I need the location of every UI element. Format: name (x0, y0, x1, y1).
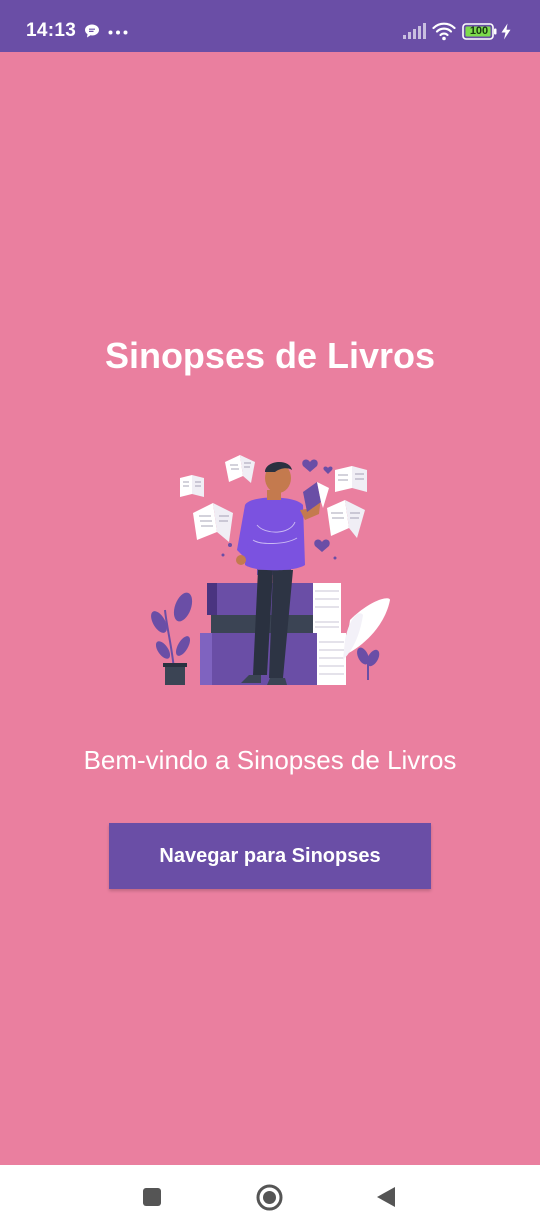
flying-book-icon (225, 455, 255, 483)
person-reading-books-illustration (151, 455, 390, 685)
flying-book-icon (193, 503, 233, 542)
welcome-message: Bem-vindo a Sinopses de Livros (83, 745, 457, 775)
page-title: Sinopses de Livros (104, 335, 436, 376)
flying-book-icon (180, 475, 204, 497)
flying-book-icon (327, 500, 365, 538)
navigate-to-synopses-button[interactable]: Navegar para Sinopses (109, 823, 431, 889)
status-bar: 14:13 100 (0, 0, 540, 52)
recent-apps-icon[interactable] (142, 1187, 162, 1207)
charging-bolt-icon (501, 23, 511, 40)
system-navigation-bar (0, 1165, 540, 1230)
back-icon[interactable] (375, 1185, 397, 1209)
app-screen: 14:13 100 Sinopses de Livros Bem-vindo a… (0, 0, 540, 1230)
battery-level: 100 (469, 25, 489, 37)
chat-bubble-icon (85, 24, 99, 38)
flying-book-icon (335, 466, 367, 492)
status-time: 14:13 (26, 20, 77, 41)
home-icon[interactable] (256, 1184, 283, 1211)
wifi-icon (432, 22, 456, 41)
signal-icon (403, 23, 426, 39)
more-dots-icon (108, 30, 128, 35)
